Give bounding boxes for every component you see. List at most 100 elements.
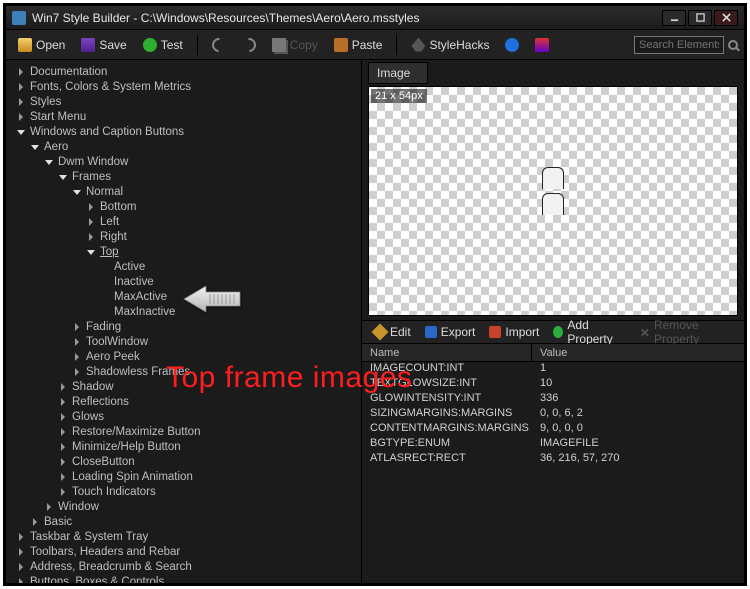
tree-item[interactable]: Toolbars, Headers and Rebar	[6, 544, 361, 559]
tree-item[interactable]: Start Menu	[6, 109, 361, 124]
info-button[interactable]	[499, 36, 525, 54]
stylehacks-button[interactable]: StyleHacks	[405, 36, 495, 54]
chevron-right-icon[interactable]	[86, 217, 96, 227]
open-button[interactable]: Open	[12, 36, 71, 54]
chevron-right-icon[interactable]	[58, 487, 68, 497]
tree-item[interactable]: Bottom	[6, 199, 361, 214]
chevron-right-icon[interactable]	[72, 322, 82, 332]
chevron-right-icon[interactable]	[58, 472, 68, 482]
chevron-right-icon[interactable]	[16, 577, 26, 584]
chevron-right-icon[interactable]	[72, 367, 82, 377]
tree-item[interactable]: CloseButton	[6, 454, 361, 469]
theme-tree[interactable]: DocumentationFonts, Colors & System Metr…	[6, 64, 361, 583]
chevron-right-icon[interactable]	[30, 517, 40, 527]
export-button[interactable]: Export	[419, 324, 482, 340]
test-button[interactable]: Test	[137, 36, 189, 54]
chevron-right-icon[interactable]	[58, 457, 68, 467]
tree-item[interactable]: Right	[6, 229, 361, 244]
tree-item[interactable]: Buttons, Boxes & Controls	[6, 574, 361, 583]
chevron-down-icon[interactable]	[30, 142, 40, 152]
property-row[interactable]: TEXTGLOWSIZE:INT10	[362, 377, 744, 392]
image-tab[interactable]: Image	[368, 62, 428, 84]
search-icon[interactable]	[728, 40, 738, 50]
tree-item[interactable]: ToolWindow	[6, 334, 361, 349]
chevron-down-icon[interactable]	[72, 187, 82, 197]
properties-list[interactable]: IMAGECOUNT:INT1TEXTGLOWSIZE:INT10GLOWINT…	[362, 362, 744, 583]
chevron-right-icon[interactable]	[86, 232, 96, 242]
chevron-right-icon[interactable]	[58, 382, 68, 392]
chevron-right-icon[interactable]	[16, 562, 26, 572]
tree-item[interactable]: Inactive	[6, 274, 361, 289]
property-row[interactable]: BGTYPE:ENUMIMAGEFILE	[362, 437, 744, 452]
redo-button[interactable]	[236, 36, 262, 54]
tree-item[interactable]: Reflections	[6, 394, 361, 409]
chevron-right-icon[interactable]	[58, 412, 68, 422]
title-bar[interactable]: Win7 Style Builder - C:\Windows\Resource…	[6, 6, 744, 30]
chevron-right-icon[interactable]	[72, 352, 82, 362]
chevron-right-icon[interactable]	[72, 337, 82, 347]
tree-item[interactable]: Loading Spin Animation	[6, 469, 361, 484]
column-name[interactable]: Name	[362, 344, 532, 361]
tree-item[interactable]: Restore/Maximize Button	[6, 424, 361, 439]
chevron-down-icon[interactable]	[16, 127, 26, 137]
tree-pane[interactable]: DocumentationFonts, Colors & System Metr…	[6, 60, 362, 583]
tree-item[interactable]: Active	[6, 259, 361, 274]
tree-item[interactable]: Fonts, Colors & System Metrics	[6, 79, 361, 94]
maximize-button[interactable]	[688, 10, 712, 26]
property-row[interactable]: SIZINGMARGINS:MARGINS0, 0, 6, 2	[362, 407, 744, 422]
tree-item[interactable]: Window	[6, 499, 361, 514]
tree-item[interactable]: Basic	[6, 514, 361, 529]
tree-item[interactable]: Touch Indicators	[6, 484, 361, 499]
chevron-right-icon[interactable]	[86, 202, 96, 212]
close-button[interactable]	[714, 10, 738, 26]
tree-item[interactable]: Aero Peek	[6, 349, 361, 364]
tree-item[interactable]: Left	[6, 214, 361, 229]
property-row[interactable]: CONTENTMARGINS:MARGINS9, 0, 0, 0	[362, 422, 744, 437]
tree-item[interactable]: Styles	[6, 94, 361, 109]
image-preview[interactable]: 21 x 54px	[368, 86, 738, 316]
tree-item[interactable]: Address, Breadcrumb & Search	[6, 559, 361, 574]
edit-button[interactable]: Edit	[368, 324, 417, 340]
tree-item[interactable]: Dwm Window	[6, 154, 361, 169]
search-input[interactable]	[634, 36, 724, 54]
tree-item[interactable]: Shadow	[6, 379, 361, 394]
tree-item[interactable]: Normal	[6, 184, 361, 199]
tree-item[interactable]: MaxInactive	[6, 304, 361, 319]
chevron-right-icon[interactable]	[16, 112, 26, 122]
minimize-button[interactable]	[662, 10, 686, 26]
chevron-right-icon[interactable]	[16, 97, 26, 107]
chevron-down-icon[interactable]	[86, 247, 96, 257]
wand-button[interactable]	[529, 36, 555, 54]
paste-button[interactable]: Paste	[328, 36, 389, 54]
tree-item[interactable]: MaxActive	[6, 289, 361, 304]
chevron-right-icon[interactable]	[44, 502, 54, 512]
save-button[interactable]: Save	[75, 36, 132, 54]
remove-property-button[interactable]: ✕Remove Property	[634, 317, 738, 347]
tree-item[interactable]: Fading	[6, 319, 361, 334]
property-row[interactable]: GLOWINTENSITY:INT336	[362, 392, 744, 407]
chevron-right-icon[interactable]	[58, 427, 68, 437]
tree-item[interactable]: Taskbar & System Tray	[6, 529, 361, 544]
tree-item[interactable]: Top	[6, 244, 361, 259]
add-property-button[interactable]: Add Property	[547, 317, 631, 347]
chevron-down-icon[interactable]	[58, 172, 68, 182]
tree-item[interactable]: Documentation	[6, 64, 361, 79]
tree-item[interactable]: Windows and Caption Buttons	[6, 124, 361, 139]
tree-item[interactable]: Glows	[6, 409, 361, 424]
chevron-right-icon[interactable]	[16, 82, 26, 92]
tree-item[interactable]: Frames	[6, 169, 361, 184]
property-row[interactable]: IMAGECOUNT:INT1	[362, 362, 744, 377]
tree-item[interactable]: Minimize/Help Button	[6, 439, 361, 454]
chevron-right-icon[interactable]	[16, 547, 26, 557]
tree-item[interactable]: Shadowless Frames	[6, 364, 361, 379]
column-value[interactable]: Value	[532, 344, 744, 361]
copy-button[interactable]: Copy	[266, 36, 324, 54]
chevron-right-icon[interactable]	[16, 532, 26, 542]
chevron-right-icon[interactable]	[16, 67, 26, 77]
chevron-right-icon[interactable]	[58, 397, 68, 407]
import-button[interactable]: Import	[483, 324, 545, 340]
chevron-right-icon[interactable]	[58, 442, 68, 452]
chevron-down-icon[interactable]	[44, 157, 54, 167]
undo-button[interactable]	[206, 36, 232, 54]
property-row[interactable]: ATLASRECT:RECT36, 216, 57, 270	[362, 452, 744, 467]
